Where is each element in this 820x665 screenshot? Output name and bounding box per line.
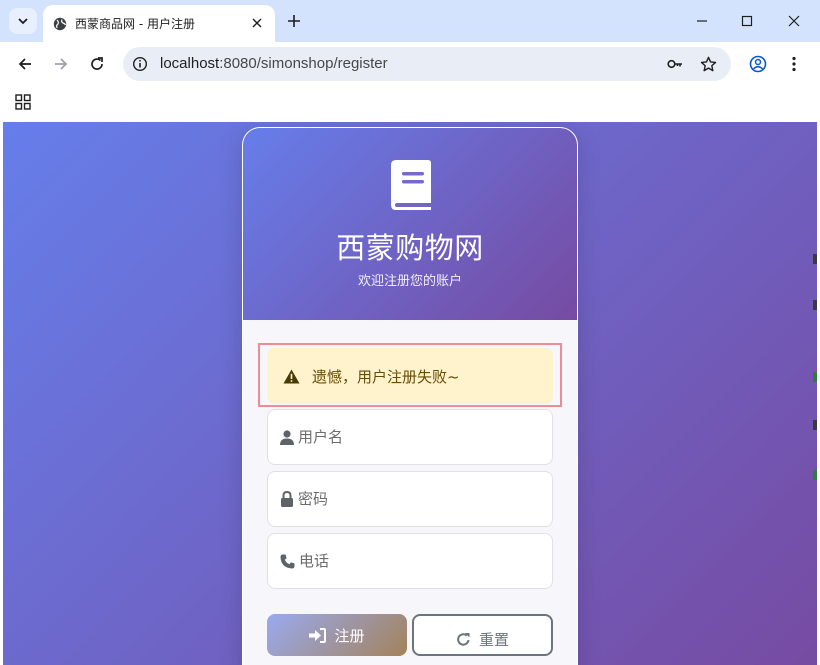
forward-button[interactable] <box>49 52 73 76</box>
password-field[interactable] <box>267 471 553 527</box>
reset-button[interactable]: 重置 <box>412 614 553 656</box>
sign-in-icon <box>309 627 327 643</box>
warning-icon <box>283 369 300 383</box>
password-manager-button[interactable] <box>666 55 684 73</box>
browser-menu-button[interactable] <box>782 52 806 76</box>
password-input[interactable] <box>298 490 538 508</box>
alert-message: 遗憾，用户注册失败~ <box>312 367 460 386</box>
forward-icon <box>55 58 68 70</box>
back-icon <box>18 58 31 70</box>
user-icon <box>280 429 294 445</box>
info-icon <box>132 56 148 72</box>
maximize-button[interactable] <box>737 11 757 31</box>
close-icon <box>788 15 800 27</box>
bookmarks-bar <box>0 86 820 122</box>
minimize-icon <box>697 20 707 22</box>
url-host: localhost <box>160 55 220 72</box>
tab-close-button[interactable] <box>249 15 265 31</box>
brand-tagline: 欢迎注册您的账户 <box>357 274 462 289</box>
maximize-icon <box>741 15 753 27</box>
window-close-button[interactable] <box>784 11 804 31</box>
reload-icon <box>91 57 103 70</box>
new-tab-button[interactable] <box>284 11 304 31</box>
key-icon <box>667 59 682 69</box>
apps-grid-icon[interactable] <box>15 94 31 110</box>
card-header: 西蒙购物网 欢迎注册您的账户 <box>243 128 577 320</box>
tab-search-button[interactable] <box>9 8 37 34</box>
username-field[interactable] <box>267 409 553 465</box>
register-card: 西蒙购物网 欢迎注册您的账户 遗憾，用户注册失败~ 用户名 电话 注册 重置 <box>242 127 578 665</box>
username-input[interactable] <box>298 428 538 446</box>
url-path: :8080/simonshop/register <box>219 55 388 72</box>
browser-tab-active[interactable]: 西蒙商品网 - 用户注册 <box>43 5 275 42</box>
edge-mark <box>813 470 817 480</box>
page-viewport: 西蒙购物网 欢迎注册您的账户 遗憾，用户注册失败~ 用户名 电话 注册 重置 <box>3 122 817 665</box>
back-button[interactable] <box>13 52 37 76</box>
phone-icon <box>280 554 295 568</box>
address-bar[interactable]: localhost:8080/simonshop/register <box>123 47 731 81</box>
plus-icon <box>288 15 300 27</box>
site-info-button[interactable] <box>131 55 149 73</box>
redo-icon <box>456 632 471 647</box>
chevron-down-icon <box>18 18 28 25</box>
edge-mark <box>813 372 817 382</box>
edge-mark <box>813 300 817 310</box>
bookmark-star-button[interactable] <box>699 55 717 73</box>
browser-titlebar: 西蒙商品网 - 用户注册 <box>0 0 820 42</box>
phone-field[interactable] <box>267 533 553 589</box>
close-icon <box>252 18 262 28</box>
profile-button[interactable] <box>746 52 770 76</box>
minimize-button[interactable] <box>692 11 712 31</box>
register-button-label: 注册 <box>334 626 365 645</box>
error-alert: 遗憾，用户注册失败~ <box>267 348 553 404</box>
edge-mark <box>813 420 817 430</box>
book-icon <box>391 160 431 210</box>
brand-title: 西蒙购物网 <box>336 231 484 265</box>
browser-toolbar: localhost:8080/simonshop/register <box>0 42 820 86</box>
reload-button[interactable] <box>85 52 109 76</box>
tab-title: 西蒙商品网 - 用户注册 <box>75 17 195 31</box>
star-icon <box>700 56 716 71</box>
lock-icon <box>281 491 293 507</box>
kebab-menu-icon <box>792 56 796 72</box>
reset-button-label: 重置 <box>478 630 509 649</box>
edge-mark <box>813 254 817 264</box>
register-button[interactable]: 注册 <box>267 614 407 656</box>
globe-icon <box>53 17 67 30</box>
url-text: localhost:8080/simonshop/register <box>160 55 388 72</box>
phone-input[interactable] <box>299 552 539 570</box>
profile-icon <box>749 55 767 73</box>
